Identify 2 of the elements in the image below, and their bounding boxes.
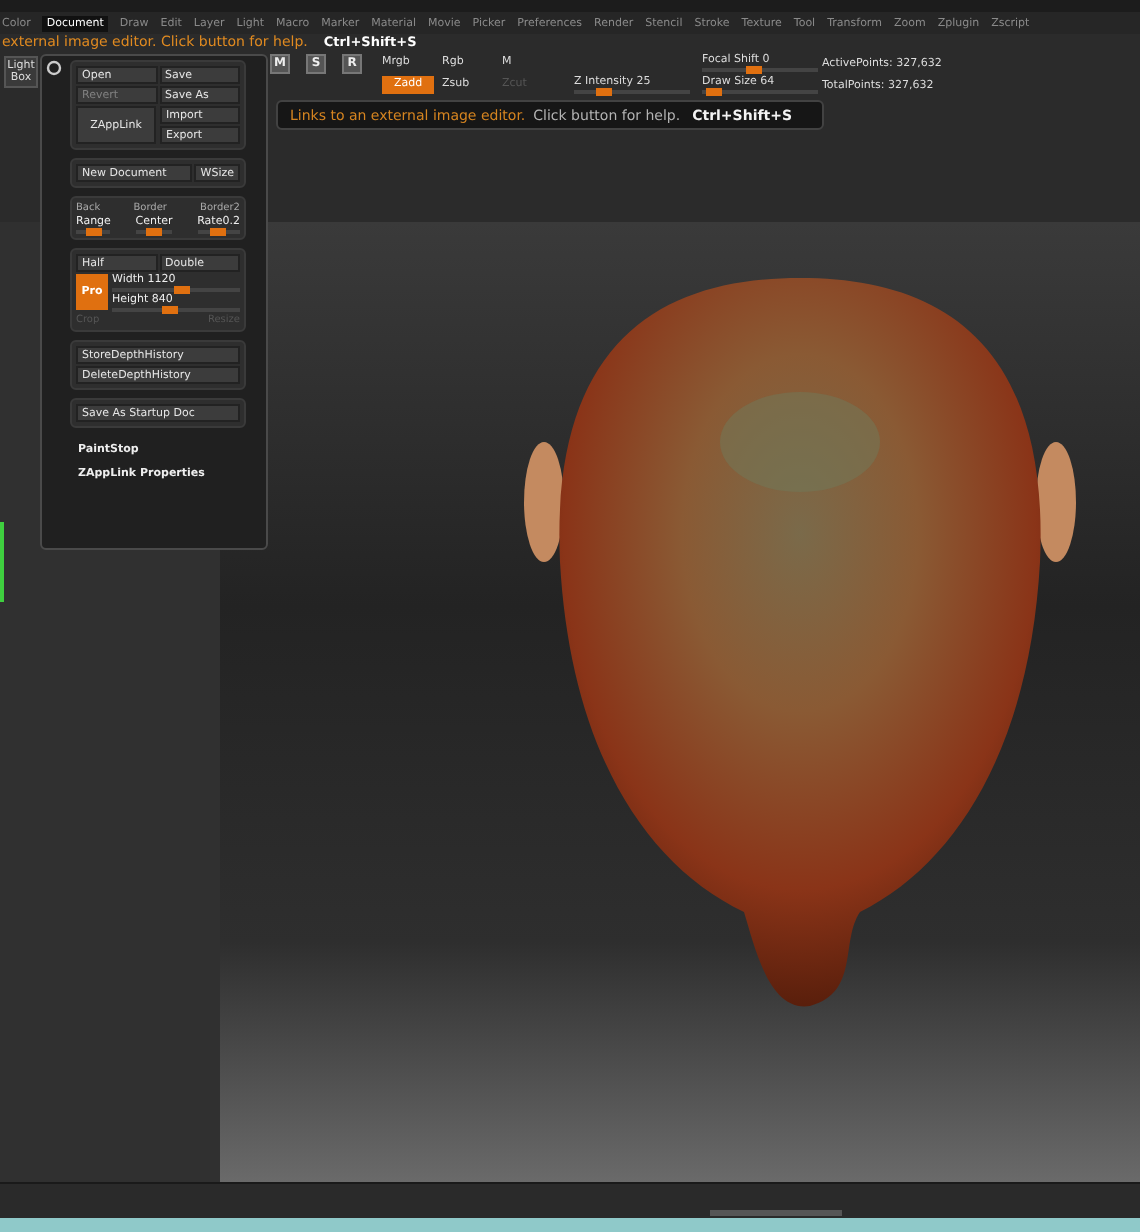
scroll-indicator — [0, 522, 4, 603]
scroll-handle-icon[interactable] — [709, 1209, 841, 1216]
